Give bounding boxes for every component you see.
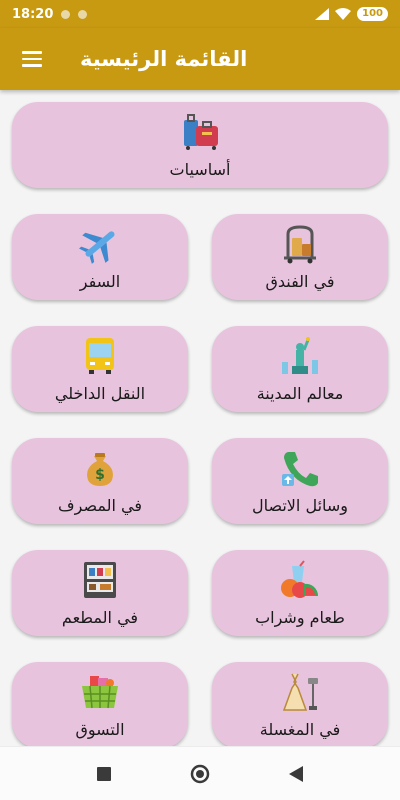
- home-button[interactable]: [188, 762, 212, 786]
- svg-text:$: $: [95, 467, 105, 483]
- recents-button[interactable]: [92, 762, 116, 786]
- money-bag-icon: $: [78, 448, 122, 488]
- notification-dot-icon: [61, 9, 71, 19]
- basics-button[interactable]: أساسيات: [12, 102, 388, 188]
- wifi-icon: [335, 8, 352, 20]
- bus-icon: [78, 336, 122, 376]
- food-drink-label: طعام وشراب: [255, 607, 345, 627]
- city-landmarks-label: معالم المدينة: [256, 383, 344, 403]
- bank-button[interactable]: $ في المصرف: [12, 438, 188, 524]
- hotel-button[interactable]: في الفندق: [212, 214, 388, 300]
- fruit-drink-icon: [278, 559, 322, 600]
- restaurant-button[interactable]: في المطعم: [12, 550, 188, 636]
- signal-icon: [315, 8, 330, 20]
- dress-hanger-icon: [278, 672, 322, 712]
- battery-indicator: 100: [357, 7, 388, 21]
- main-menu-grid: أساسيات السفر في الفندق النقل الداخلي مع…: [0, 90, 400, 748]
- local-transport-button[interactable]: النقل الداخلي: [12, 326, 188, 412]
- hotel-label: في الفندق: [265, 271, 335, 291]
- app-bar: القائمة الرئيسية: [0, 28, 400, 90]
- notification-dot-icon: [78, 9, 88, 19]
- phone-icon: [278, 448, 322, 488]
- city-landmarks-button[interactable]: معالم المدينة: [212, 326, 388, 412]
- basics-label: أساسيات: [169, 159, 231, 179]
- travel-label: السفر: [79, 271, 121, 291]
- back-button[interactable]: [284, 762, 308, 786]
- vending-machine-icon: [78, 560, 122, 600]
- system-nav-bar: [0, 746, 400, 800]
- circle-icon: [190, 764, 210, 783]
- communication-button[interactable]: وسائل الاتصال: [212, 438, 388, 524]
- page-title: القائمة الرئيسية: [80, 47, 248, 71]
- restaurant-label: في المطعم: [61, 607, 139, 627]
- status-bar: 18:20 100: [0, 0, 400, 28]
- travel-button[interactable]: السفر: [12, 214, 188, 300]
- laundry-label: في المغسلة: [259, 719, 341, 739]
- shopping-label: التسوق: [75, 719, 125, 739]
- airplane-icon: [78, 224, 122, 264]
- statue-of-liberty-icon: [278, 336, 322, 376]
- laundry-button[interactable]: في المغسلة: [212, 662, 388, 748]
- local-transport-label: النقل الداخلي: [54, 383, 146, 403]
- square-icon: [97, 766, 111, 781]
- bank-label: في المصرف: [58, 495, 142, 515]
- menu-button[interactable]: [12, 39, 52, 79]
- food-drink-button[interactable]: طعام وشراب: [212, 550, 388, 636]
- status-time: 18:20: [12, 6, 54, 22]
- shopping-basket-icon: [78, 672, 122, 712]
- luggage-icon: [178, 112, 222, 152]
- back-triangle-icon: [289, 765, 303, 782]
- luggage-cart-icon: [278, 224, 322, 264]
- menu-icon: [22, 51, 42, 54]
- shopping-button[interactable]: التسوق: [12, 662, 188, 748]
- communication-label: وسائل الاتصال: [251, 495, 349, 515]
